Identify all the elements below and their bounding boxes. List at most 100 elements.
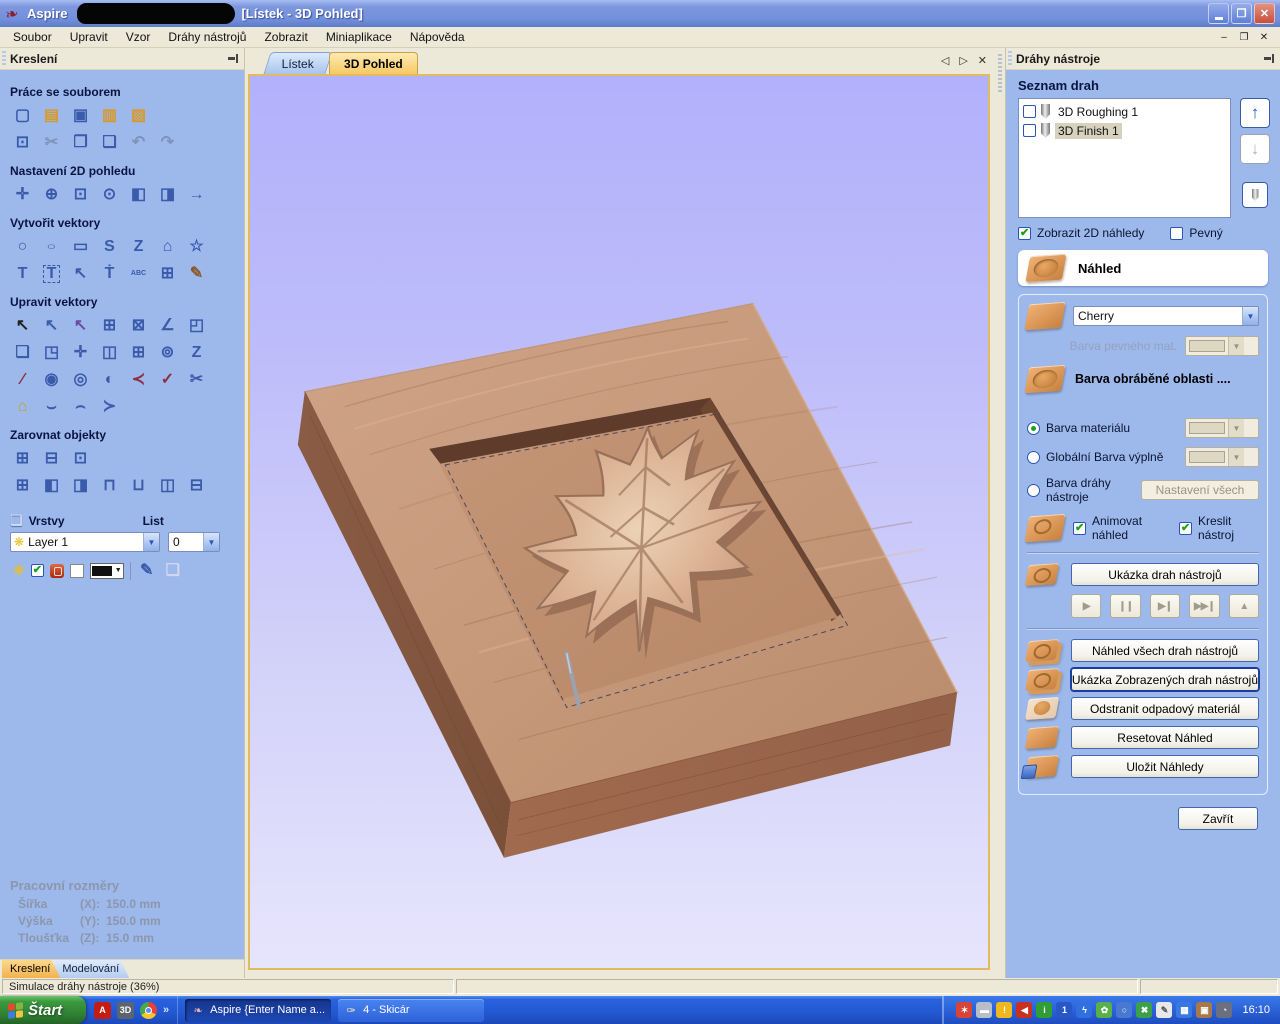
volume-tray-icon[interactable]: ◀	[1016, 1002, 1032, 1018]
fit-arc-icon[interactable]: ⌣	[39, 394, 64, 419]
layer-lock-icon[interactable]	[50, 564, 64, 578]
cut-icon[interactable]: ✂	[39, 130, 64, 155]
toolpath-checkbox[interactable]	[1023, 124, 1036, 137]
pin-icon[interactable]	[1263, 53, 1274, 64]
pin-icon[interactable]	[227, 53, 238, 64]
zoom-in-icon[interactable]: ⊕	[39, 182, 64, 207]
zoom-drawing-icon[interactable]: ◧	[126, 182, 151, 207]
chevron-down-icon[interactable]: ▼	[203, 533, 219, 551]
align-top-icon[interactable]: ⊓	[97, 473, 122, 498]
return-to-start-button[interactable]: ▲	[1229, 594, 1259, 618]
tab-kresleni[interactable]: Kreslení	[2, 960, 60, 978]
layer-active-checkbox[interactable]	[31, 564, 44, 577]
menu-soubor[interactable]: Soubor	[4, 28, 61, 46]
distort-envelope-icon[interactable]: ◰	[184, 313, 209, 338]
draw-star-icon[interactable]: ☆	[184, 234, 209, 259]
move-toolpath-down-button[interactable]: ↓	[1240, 134, 1270, 164]
acrobat-icon[interactable]: A	[94, 1002, 111, 1019]
panel-splitter[interactable]	[995, 48, 1005, 978]
arc-text-icon[interactable]: ABC	[126, 261, 151, 286]
sheet-select[interactable]: 0 ▼	[168, 532, 220, 552]
align-center-in-material-icon[interactable]: ⊞	[10, 446, 35, 471]
select-all-icon[interactable]: ⊡	[10, 130, 35, 155]
save-file-icon[interactable]: ▣	[68, 103, 93, 128]
preview-toolpaths-button[interactable]: Ukázka drah nástrojů	[1071, 563, 1259, 586]
edit-text-icon[interactable]: ↖	[68, 261, 93, 286]
import-vectors-icon[interactable]: ▥	[97, 103, 122, 128]
search-tray-icon[interactable]: ○	[1116, 1002, 1132, 1018]
aspire-task-button[interactable]: ❧Aspire {Enter Name a...	[185, 999, 331, 1022]
measure-tool-icon[interactable]: ∠	[155, 313, 180, 338]
draw-text-icon[interactable]: T	[10, 261, 35, 286]
menu-miniaplikace[interactable]: Miniaplikace	[317, 28, 401, 46]
tab-listek[interactable]: Lístek	[263, 52, 332, 74]
arc-tool-icon[interactable]: ≺	[126, 367, 151, 392]
fillet-nodes-icon[interactable]: ⊚	[155, 340, 180, 365]
award-tray-icon[interactable]: ✿	[1096, 1002, 1112, 1018]
zoom-window-icon[interactable]: ⊡	[68, 182, 93, 207]
zoom-material-icon[interactable]: ◨	[155, 182, 180, 207]
move-toolpath-up-button[interactable]: ↑	[1240, 98, 1270, 128]
archive-tray-icon[interactable]: ▣	[1196, 1002, 1212, 1018]
block-copy-icon[interactable]: ⊞	[155, 261, 180, 286]
array-copy-icon[interactable]: ⊞	[126, 340, 151, 365]
align-center-vertical-icon[interactable]: ⊡	[68, 446, 93, 471]
material-select[interactable]: Cherry ▼	[1073, 306, 1259, 326]
tab-modelovani[interactable]: Modelování	[54, 960, 129, 978]
mdi-close-button[interactable]: ✕	[1256, 30, 1272, 44]
resetovat-n-hled-button[interactable]: Resetovat Náhled	[1071, 726, 1259, 749]
start-button[interactable]: Štart	[0, 996, 86, 1024]
open-file-icon[interactable]: ▤	[39, 103, 64, 128]
device-tray-icon[interactable]: ▬	[976, 1002, 992, 1018]
mdi-minimize-button[interactable]: –	[1216, 30, 1232, 44]
space-vertical-icon[interactable]: ⊟	[184, 473, 209, 498]
panel-grip[interactable]	[1008, 51, 1012, 66]
toolpath-item[interactable]: 3D Roughing 1	[1023, 102, 1226, 121]
new-file-icon[interactable]: ▢	[10, 103, 35, 128]
weld-vectors-icon[interactable]: ◉	[39, 367, 64, 392]
select-vectors-icon[interactable]: ↖	[10, 313, 35, 338]
step-forward-button[interactable]: ▶❙	[1150, 594, 1180, 618]
chevron-down-icon[interactable]: ▼	[1242, 307, 1258, 325]
draw-ellipse-icon[interactable]: ○	[39, 234, 64, 259]
close-button[interactable]: ✕	[1254, 3, 1275, 24]
barva-dr-hy-n-stroje-radio[interactable]	[1027, 484, 1040, 497]
3d-viewport[interactable]	[248, 74, 990, 970]
set-size-icon[interactable]: ◳	[39, 340, 64, 365]
edit-layers-icon[interactable]: ✎	[137, 558, 157, 583]
draw-tool-checkbox[interactable]	[1179, 522, 1192, 535]
layer-color-dropdown[interactable]: ▼	[90, 563, 124, 579]
n-hled-v-ech-drah-n-stroj--button[interactable]: Náhled všech drah nástrojů	[1071, 639, 1259, 662]
menu-zobrazit[interactable]: Zobrazit	[255, 28, 316, 46]
menu-upravit[interactable]: Upravit	[61, 28, 117, 46]
animate-preview-checkbox[interactable]	[1073, 522, 1086, 535]
minimize-button[interactable]	[1208, 3, 1229, 24]
pan-view-icon[interactable]: ✛	[10, 182, 35, 207]
mdi-restore-button[interactable]: ❐	[1236, 30, 1252, 44]
menu-n-pov-da[interactable]: Nápověda	[401, 28, 474, 46]
export-vectors-icon[interactable]: ▧	[126, 103, 151, 128]
draw-rectangle-icon[interactable]: ▭	[68, 234, 93, 259]
draw-zigzag-icon[interactable]: Z	[126, 234, 151, 259]
skicar-task-button[interactable]: ✑4 - Skicár	[338, 999, 484, 1022]
show-2d-previews-checkbox[interactable]	[1018, 227, 1031, 240]
restore-button[interactable]: ❐	[1231, 3, 1252, 24]
quick-launch-more-icon[interactable]: »	[163, 1004, 169, 1016]
antivirus-tray-icon[interactable]: ✶	[956, 1002, 972, 1018]
copy-icon[interactable]: ❐	[68, 130, 93, 155]
fit-bezier-icon[interactable]: ⌢	[68, 394, 93, 419]
toolpath-summary-button[interactable]	[1242, 182, 1268, 208]
space-horizontal-icon[interactable]: ◫	[155, 473, 180, 498]
play-button[interactable]: ▶	[1071, 594, 1101, 618]
tab-prev-icon[interactable]: ◁	[941, 54, 949, 67]
draw-circle-icon[interactable]: ○	[10, 234, 35, 259]
mirror-vectors-icon[interactable]: ◫	[97, 340, 122, 365]
layer-blank-swatch[interactable]	[70, 564, 84, 578]
chevron-down-icon[interactable]: ▼	[143, 533, 159, 551]
layer-visibility-icon[interactable]: ❋	[13, 562, 25, 579]
offset-vectors-icon[interactable]: ❏	[10, 340, 35, 365]
toolpath-checkbox[interactable]	[1023, 105, 1036, 118]
barva-materi-lu-radio[interactable]	[1027, 422, 1040, 435]
move-to-position-icon[interactable]: ✛	[68, 340, 93, 365]
subtract-vectors-icon[interactable]: ◎	[68, 367, 93, 392]
